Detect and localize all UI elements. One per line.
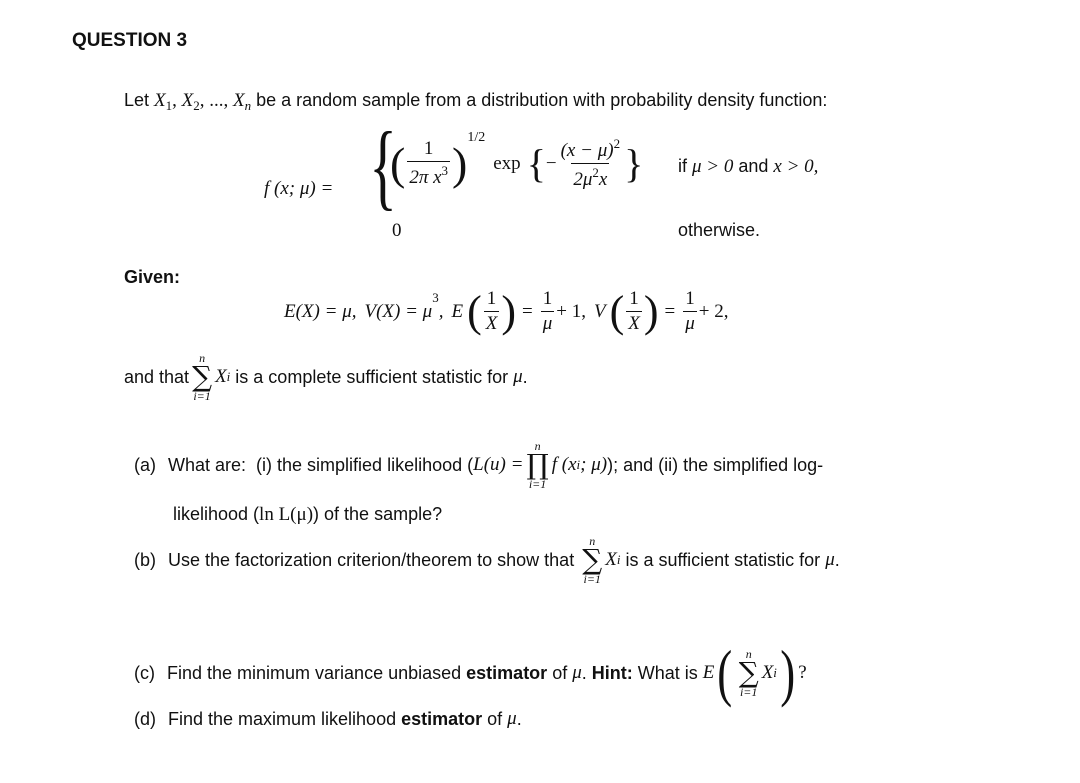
intro-sentence: Let X1, X2, ..., Xn be a random sample f…: [124, 90, 828, 113]
pdf-case-2-condition: otherwise.: [678, 220, 761, 240]
part-d: (d) Find the maximum likelihood estimato…: [134, 708, 522, 729]
summation: n ∑ i=1: [582, 534, 603, 586]
pdf-exponent-frac: (x − μ)2 2μ2x: [560, 136, 621, 190]
pdf-case-1-condition: if μ > 0 and x > 0,: [678, 156, 819, 177]
part-d-label: (d): [134, 708, 156, 729]
part-c: (c) Find the minimum variance unbiased e…: [134, 637, 807, 708]
pdf-lhs: f (x; μ) =: [264, 178, 334, 199]
product: n ∏ i=1: [526, 439, 549, 491]
part-b-label: (b): [134, 549, 156, 570]
pdf-case-2-value: 0: [392, 220, 402, 241]
sufficient-statement: and that n ∑ i=1 Xi is a complete suffic…: [124, 351, 528, 403]
summation: n ∑ i=1: [192, 351, 213, 403]
given-equations: E(X) = μ, V(X) = μ3, E ( 1X ) = 1μ + 1, …: [284, 287, 729, 336]
part-b: (b) Use the factorization criterion/theo…: [134, 534, 840, 586]
given-label: Given:: [124, 267, 181, 287]
summation: n ∑ i=1: [738, 647, 759, 699]
hint-label: Hint:: [591, 662, 633, 683]
part-a-label: (a): [134, 454, 156, 475]
pdf-case-1: ( 1 2π x3 ) 1/2 exp { − (x − μ)2 2μ2x }: [390, 130, 644, 190]
part-a-line-2: likelihood (ln L(μ)) of the sample?: [173, 504, 443, 525]
part-a: (a) What are: (i) the simplified likelih…: [134, 439, 824, 491]
question-title: QUESTION 3: [72, 30, 188, 51]
part-c-label: (c): [134, 662, 155, 683]
pdf-frac-1: 1 2π x3: [407, 138, 451, 188]
